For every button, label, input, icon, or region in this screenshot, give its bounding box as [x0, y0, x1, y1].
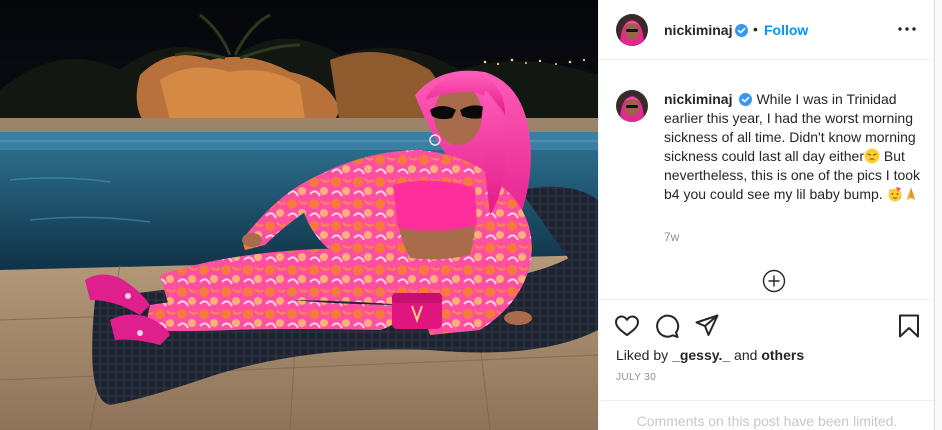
post-date: JULY 30	[616, 372, 657, 383]
profile-avatar-pink-hair-icon	[616, 90, 648, 122]
author-avatar[interactable]	[616, 14, 648, 46]
paper-plane-icon[interactable]	[694, 313, 720, 339]
follow-separator: •	[753, 21, 758, 37]
verified-badge-icon	[739, 93, 753, 106]
window-edge	[934, 0, 942, 430]
speech-bubble-icon[interactable]	[654, 313, 680, 339]
author-username[interactable]: nickiminaj	[664, 22, 732, 38]
post-photo[interactable]	[0, 0, 598, 430]
ellipsis-icon[interactable]	[895, 19, 919, 39]
post-modal: nickiminaj • Follow nickiminaj While I w…	[0, 0, 942, 430]
liked-by-user[interactable]: _gessy._	[672, 347, 730, 363]
comments-limited-notice: Comments on this post have been limited.	[599, 400, 935, 430]
folded-hands-icon	[906, 188, 915, 200]
plus-circle-icon[interactable]	[762, 269, 786, 293]
caption-author-avatar[interactable]	[616, 90, 648, 122]
caption-username[interactable]: nickiminaj	[664, 91, 732, 107]
likes-summary: Liked by _gessy._ and others	[616, 347, 804, 363]
likes-middle: and	[730, 347, 762, 363]
partying-face-icon	[888, 187, 902, 202]
verified-badge-icon	[735, 24, 748, 37]
likes-prefix: Liked by	[616, 347, 673, 363]
post-header: nickiminaj • Follow	[599, 0, 935, 60]
post-side-panel: nickiminaj • Follow nickiminaj While I w…	[598, 0, 935, 430]
liked-by-others[interactable]: others	[761, 347, 804, 363]
weary-face-icon	[864, 148, 880, 164]
caption-section: nickiminaj While I was in Trinidad earlie…	[599, 60, 935, 300]
heart-icon[interactable]	[614, 313, 640, 339]
post-caption: nickiminaj While I was in Trinidad earlie…	[664, 90, 922, 204]
photo-pink-outfit-poolside-lounger-icon	[0, 0, 598, 430]
caption-time-ago: 7w	[664, 230, 680, 244]
bookmark-icon[interactable]	[896, 313, 922, 339]
follow-button[interactable]: Follow	[764, 22, 808, 38]
profile-avatar-pink-hair-icon	[616, 14, 648, 46]
